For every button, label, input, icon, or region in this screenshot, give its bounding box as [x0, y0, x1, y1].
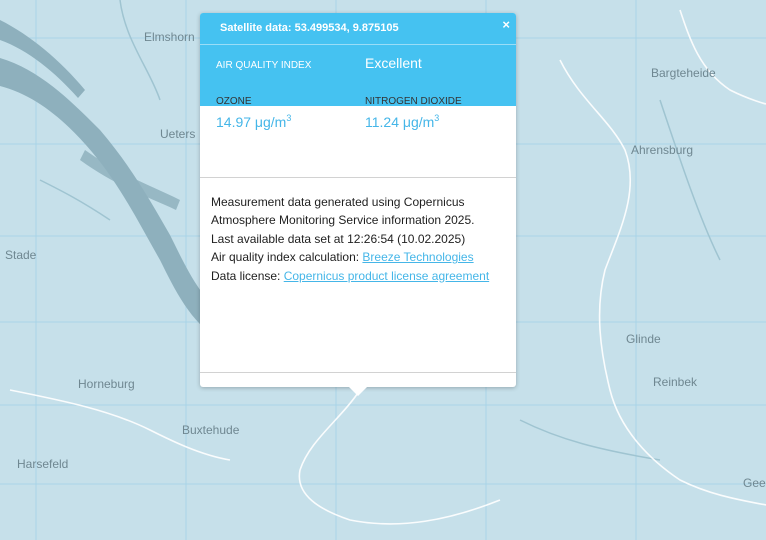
aqi-value: Excellent — [365, 55, 422, 71]
place-label-harsefeld: Harsefeld — [17, 457, 69, 471]
section-divider — [200, 177, 516, 178]
copernicus-license-link[interactable]: Copernicus product license agreement — [284, 269, 489, 283]
last-data-set: Last available data set at 12:26:54 (10.… — [211, 231, 466, 246]
place-label-bargteheide: Bargteheide — [651, 66, 716, 80]
footer-divider — [200, 372, 516, 373]
pollutant-value-no2: 11.24 μg/m3 — [365, 113, 440, 130]
info-text: Measurement data generated using Coperni… — [211, 193, 491, 285]
pollutant-name-ozone: OZONE — [216, 96, 252, 107]
place-label-reinbek: Reinbek — [653, 375, 698, 389]
pollutant-value-ozone: 14.97 μg/m3 — [216, 113, 292, 130]
place-label-ahrensburg: Ahrensburg — [631, 143, 694, 157]
close-icon[interactable]: × — [502, 18, 510, 32]
place-label-glinde: Glinde — [626, 332, 661, 346]
breeze-technologies-link[interactable]: Breeze Technologies — [362, 250, 473, 264]
popup-header: Satellite data: 53.499534, 9.875105 × AI… — [200, 13, 516, 106]
place-label-uetersen: Ueters — [160, 127, 196, 141]
measurement-note: Measurement data generated using Coperni… — [211, 195, 475, 228]
place-label-stade: Stade — [5, 248, 37, 262]
pollutant-name-no2: NITROGEN DIOXIDE — [365, 96, 462, 107]
aqi-label: AIR QUALITY INDEX — [216, 60, 312, 71]
air-quality-popup: Satellite data: 53.499534, 9.875105 × AI… — [200, 13, 516, 387]
data-license: Data license: Copernicus product license… — [211, 268, 490, 283]
popup-pointer — [348, 386, 368, 396]
aqi-calculation: Air quality index calculation: Breeze Te… — [211, 250, 474, 265]
place-label-geesthacht: Gees — [743, 476, 766, 490]
place-label-horneburg: Horneburg — [78, 377, 135, 391]
popup-title: Satellite data: 53.499534, 9.875105 — [220, 22, 399, 34]
place-label-elmshorn: Elmshorn — [144, 30, 195, 44]
place-label-buxtehude: Buxtehude — [182, 423, 240, 437]
header-divider — [200, 44, 516, 45]
